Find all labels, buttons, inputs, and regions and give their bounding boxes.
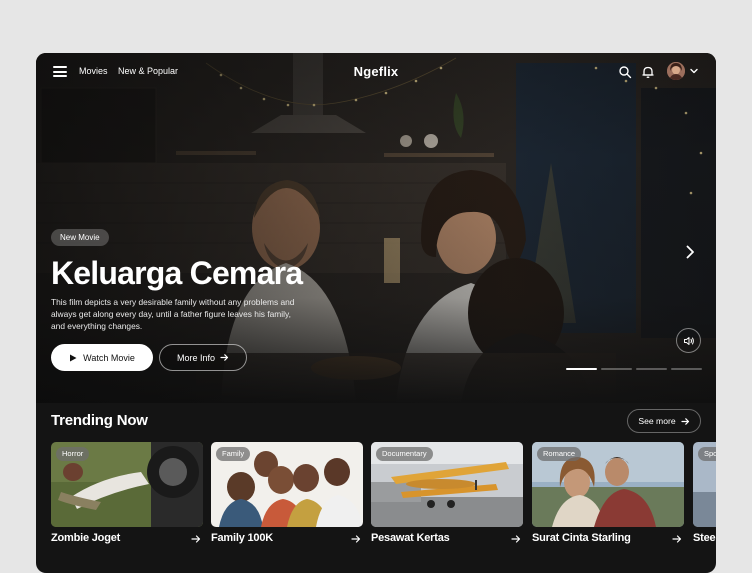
movie-thumbnail[interactable]: Documentary [371,442,523,527]
search-icon[interactable] [618,65,632,79]
genre-badge: Romance [537,447,582,461]
see-more-button[interactable]: See more [627,409,701,433]
volume-button[interactable] [676,328,701,353]
slide-indicator-1[interactable] [566,368,597,370]
movie-card[interactable]: Documentary Pesawat Kertas [371,442,523,544]
watch-movie-button[interactable]: Watch Movie [51,344,153,371]
chevron-down-icon[interactable] [689,66,699,76]
hero-title: Keluarga Cemara [51,255,303,291]
slide-indicator-3[interactable] [636,368,667,370]
top-navigation: Movies New & Popular Ngeflix [36,53,716,91]
hero-description: This film depicts a very desirable famil… [51,297,295,331]
play-icon [70,354,77,361]
movie-title: Surat Cinta Starling [532,532,631,544]
slide-indicator-2[interactable] [601,368,632,370]
slide-indicators [566,368,702,370]
movie-title: Zombie Joget [51,532,121,544]
genre-badge: Spo [698,447,716,461]
movie-thumbnail[interactable]: Spo [693,442,716,527]
app-logo[interactable]: Ngeflix [36,64,716,79]
movie-card[interactable]: Horror Zombie Joget [51,442,203,544]
movie-card[interactable]: Romance Surat Cinta Starling [532,442,684,544]
trending-title: Trending Now [51,412,148,429]
bell-icon[interactable] [641,65,655,79]
movie-card[interactable]: Family Family 100K [211,442,363,544]
avatar[interactable] [667,62,685,80]
slide-indicator-4[interactable] [671,368,702,370]
movie-card[interactable]: Spo Stee [693,442,716,544]
next-slide-chevron-icon[interactable] [682,244,698,260]
watch-movie-label: Watch Movie [83,352,135,363]
genre-badge: Family [216,447,251,461]
see-more-label: See more [638,416,676,426]
arrow-right-icon [672,535,682,543]
movie-title: Stee [693,532,716,544]
genre-badge: Horror [56,447,90,461]
arrow-right-icon [351,535,361,543]
movie-thumbnail[interactable]: Romance [532,442,684,527]
arrow-right-icon [191,535,201,543]
movie-title: Pesawat Kertas [371,532,450,544]
more-info-button[interactable]: More Info [159,344,247,371]
movie-thumbnail[interactable]: Family [211,442,363,527]
speaker-icon [683,336,694,345]
genre-badge: Documentary [376,447,433,461]
arrow-right-icon [220,354,229,361]
movie-title: Family 100K [211,532,274,544]
arrow-right-icon [511,535,521,543]
app-window: Movies New & Popular Ngeflix New Movie K… [36,53,716,573]
arrow-right-icon [681,417,689,425]
movie-thumbnail[interactable]: Horror [51,442,203,527]
more-info-label: More Info [176,352,216,363]
new-movie-badge: New Movie [51,229,109,246]
